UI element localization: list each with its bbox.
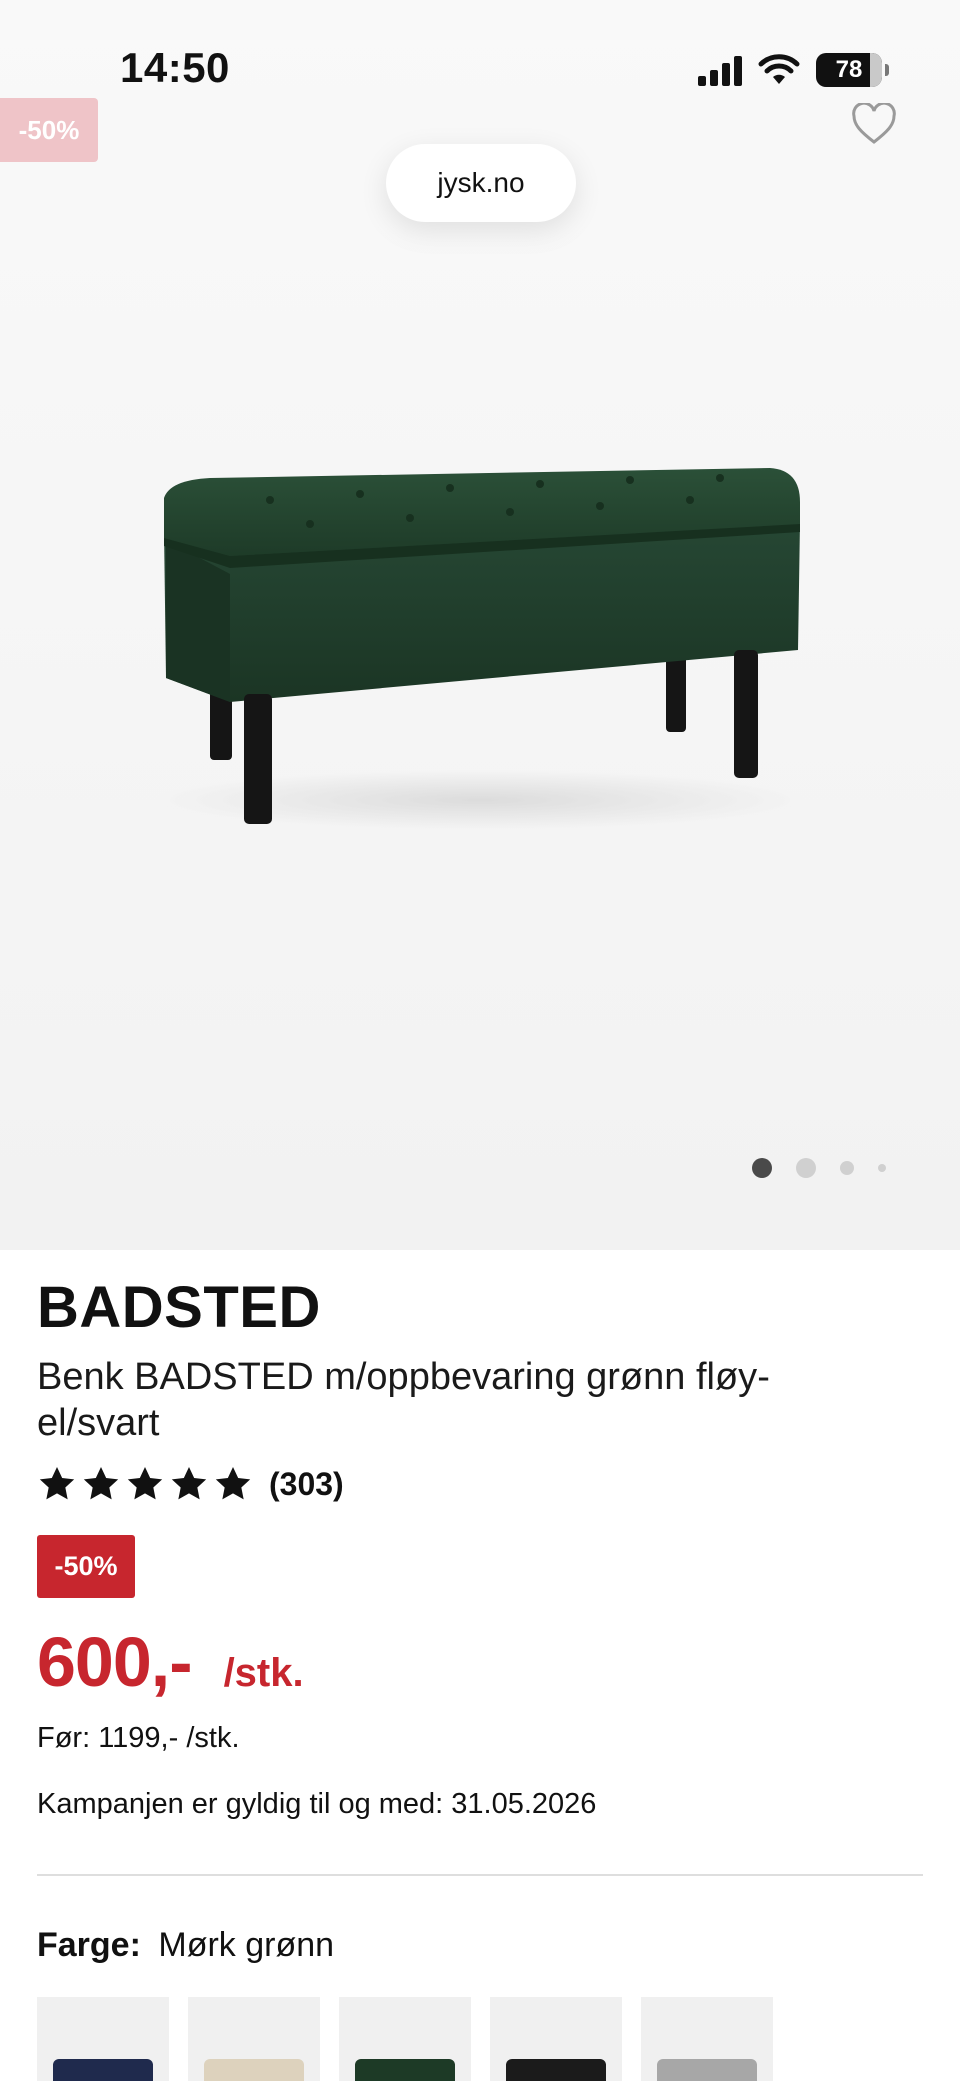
carousel-dot[interactable] xyxy=(752,1158,772,1178)
color-swatch-grey[interactable] xyxy=(641,1997,773,2081)
product-photo-bench xyxy=(150,468,810,830)
star-icon xyxy=(39,1467,75,1500)
status-bar: 14:50 78 xyxy=(0,0,960,140)
star-icon xyxy=(171,1467,207,1500)
discount-badge: -50% xyxy=(37,1535,135,1598)
carousel-dot[interactable] xyxy=(878,1164,886,1172)
battery-level: 78 xyxy=(835,56,863,83)
heart-icon xyxy=(852,103,896,144)
color-swatch-green[interactable] xyxy=(339,1997,471,2081)
wifi-icon xyxy=(758,54,800,84)
star-icon xyxy=(215,1467,251,1500)
price-unit: /stk. xyxy=(223,1651,304,1695)
image-carousel-indicator[interactable] xyxy=(752,1158,886,1178)
before-price: Før: 1199,- /stk. xyxy=(37,1722,240,1754)
carousel-dot[interactable] xyxy=(840,1161,854,1175)
rating-count: (303) xyxy=(269,1465,344,1502)
current-price: 600,- xyxy=(37,1623,193,1701)
star-icon xyxy=(127,1467,163,1500)
product-image-area[interactable]: 14:50 78 -50% jysk.no xyxy=(0,0,960,1250)
status-time: 14:50 xyxy=(120,44,230,91)
color-swatch-black[interactable] xyxy=(490,1997,622,2081)
product-page: 14:50 78 -50% jysk.no BADSTED Benk BADST… xyxy=(0,0,960,2081)
color-swatch-beige[interactable] xyxy=(188,1997,320,2081)
divider xyxy=(37,1874,923,1876)
carousel-dot[interactable] xyxy=(796,1158,816,1178)
star-icon xyxy=(83,1467,119,1500)
selected-color: Mørk grønn xyxy=(158,1926,335,1964)
battery-icon: 78 xyxy=(816,53,889,87)
rating-stars xyxy=(37,1464,253,1504)
browser-url-pill[interactable]: jysk.no xyxy=(386,144,576,222)
color-label: Farge: xyxy=(37,1926,141,1964)
color-selection-label: Farge: Mørk grønn xyxy=(37,1926,334,1965)
discount-corner-badge: -50% xyxy=(0,98,98,162)
product-brand: BADSTED xyxy=(37,1275,321,1340)
cellular-signal-icon xyxy=(698,54,742,86)
product-name: Benk BADSTED m/oppbevaring grønn fløy­el… xyxy=(37,1356,770,1444)
price-row: 600,- /stk. xyxy=(37,1622,304,1702)
color-swatches xyxy=(37,1997,773,2081)
product-rating[interactable]: (303) xyxy=(37,1460,344,1508)
status-icons: 78 xyxy=(698,50,889,90)
campaign-validity: Kampanjen er gyldig til og med: 31.05.20… xyxy=(37,1788,597,1820)
color-swatch-blue[interactable] xyxy=(37,1997,169,2081)
favorite-button[interactable] xyxy=(848,98,900,150)
